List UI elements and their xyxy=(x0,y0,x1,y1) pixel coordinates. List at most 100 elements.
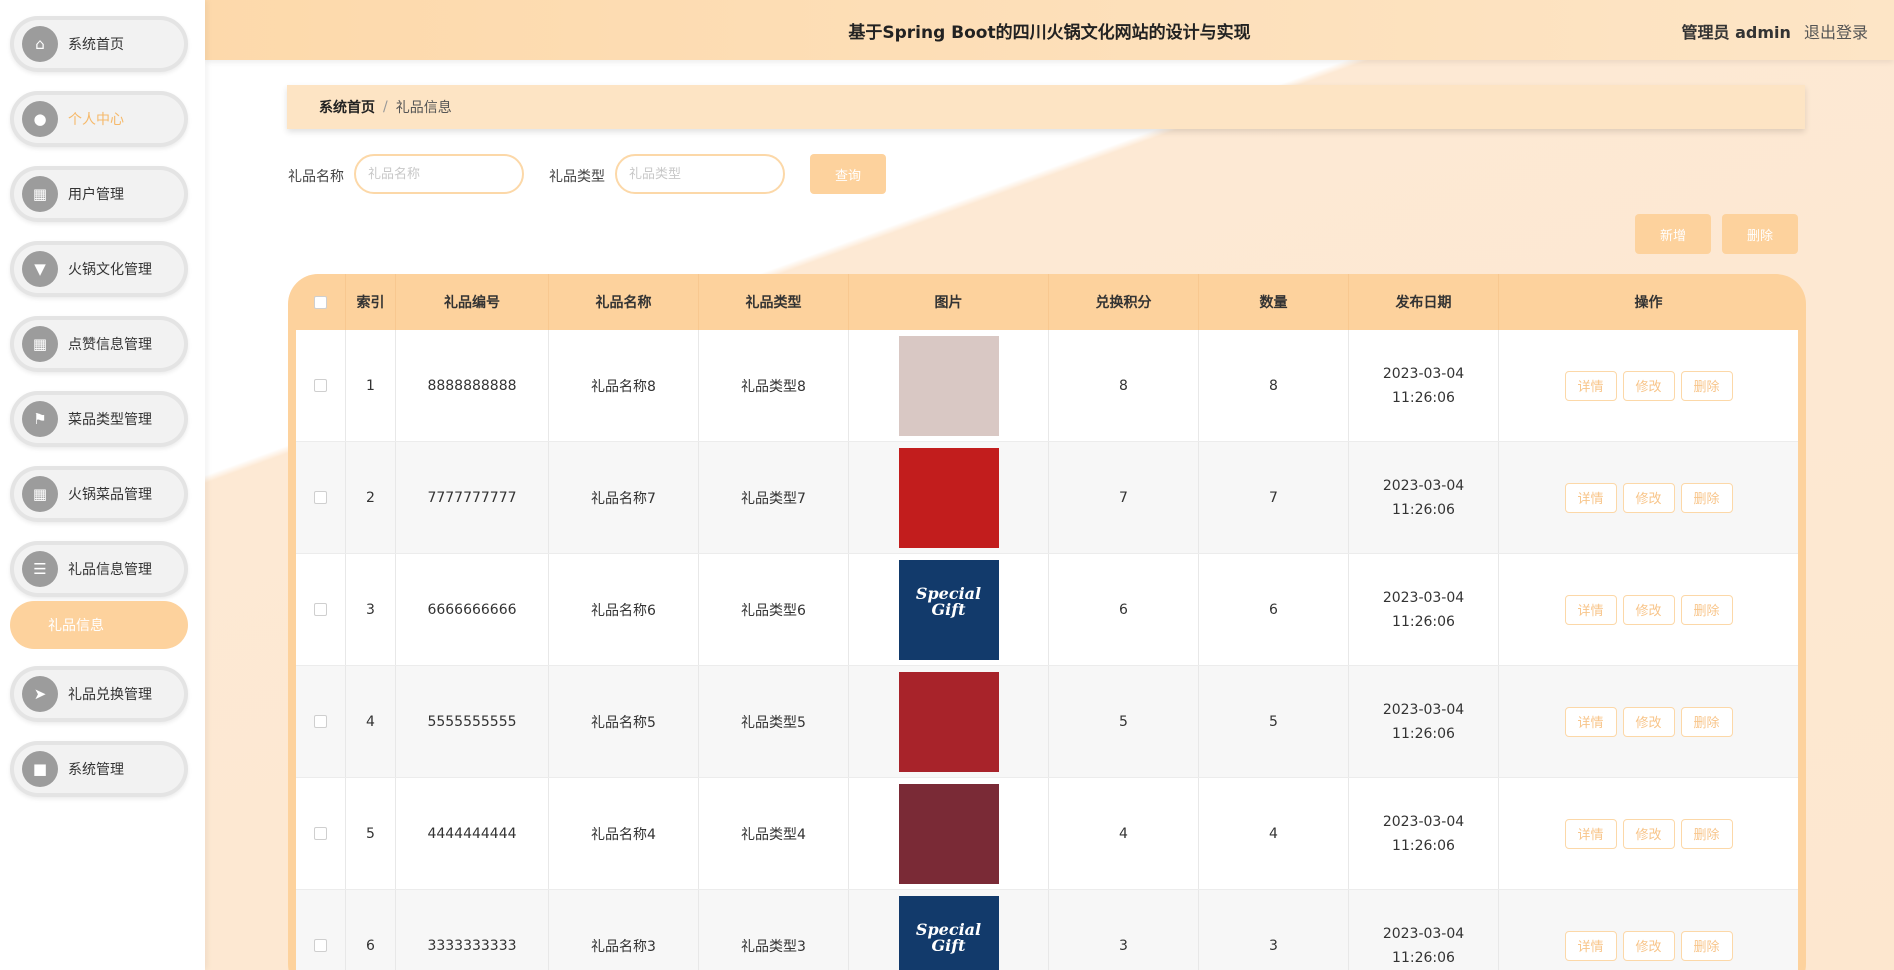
cell-code: 8888888888 xyxy=(396,330,549,441)
cell-points: 6 xyxy=(1049,554,1199,665)
sidebar-item-10[interactable]: ■ 系统管理 xyxy=(10,741,188,797)
delete-button[interactable]: 删除 xyxy=(1680,818,1733,849)
flag-icon: ⚑ xyxy=(22,401,58,437)
cell-points: 4 xyxy=(1049,778,1199,889)
delete-button[interactable]: 删除 xyxy=(1680,930,1733,961)
user-area: 管理员 admin 退出登录 xyxy=(1682,19,1868,43)
delete-button[interactable]: 删除 xyxy=(1680,482,1733,513)
cell-date: 2023-03-04 11:26:06 xyxy=(1349,554,1499,665)
sidebar-item-4[interactable]: ▼ 火锅文化管理 xyxy=(10,241,188,297)
cell-code: 7777777777 xyxy=(396,442,549,553)
table-row: 6 3333333333 礼品名称3 礼品类型3 Special Gift 3 3 2023-… xyxy=(296,890,1798,970)
detail-button[interactable]: 详情 xyxy=(1564,818,1617,849)
sidebar-subitem-gift-info[interactable]: 礼品信息 xyxy=(10,601,188,649)
cell-type: 礼品类型7 xyxy=(699,442,849,553)
sidebar-item-label: 火锅文化管理 xyxy=(68,262,152,278)
cell-index: 2 xyxy=(346,442,396,553)
sidebar-item-9[interactable]: ➤ 礼品兑换管理 xyxy=(10,666,188,722)
row-select-cell xyxy=(296,666,346,777)
app-title: 基于Spring Boot的四川火锅文化网站的设计与实现 xyxy=(848,23,1251,43)
detail-button[interactable]: 详情 xyxy=(1564,482,1617,513)
add-button[interactable]: 新增 xyxy=(1635,214,1711,254)
gift-name-input[interactable] xyxy=(354,154,524,194)
apps-icon: ▦ xyxy=(22,476,58,512)
sidebar-item-3[interactable]: ▦ 用户管理 xyxy=(10,166,188,222)
cell-points: 7 xyxy=(1049,442,1199,553)
row-checkbox[interactable] xyxy=(314,939,327,952)
row-select-cell xyxy=(296,330,346,441)
gift-table: 索引 礼品编号 礼品名称 礼品类型 图片 兑换积分 数量 发布日期 操作 1 88… xyxy=(288,274,1806,970)
row-select-cell xyxy=(296,778,346,889)
breadcrumb-home[interactable]: 系统首页 xyxy=(319,97,375,117)
edit-button[interactable]: 修改 xyxy=(1622,482,1675,513)
row-select-cell xyxy=(296,442,346,553)
send-icon: ➤ xyxy=(22,676,58,712)
cell-image: Special Gift xyxy=(849,554,1049,665)
cell-image xyxy=(849,666,1049,777)
cell-image xyxy=(849,778,1049,889)
row-checkbox[interactable] xyxy=(314,715,327,728)
row-checkbox[interactable] xyxy=(314,827,327,840)
table-header: 索引 礼品编号 礼品名称 礼品类型 图片 兑换积分 数量 发布日期 操作 xyxy=(296,274,1798,330)
gift-name-label: 礼品名称 xyxy=(288,169,344,185)
sidebar-item-2[interactable]: ● 个人中心 xyxy=(10,91,188,147)
sidebar-item-7[interactable]: ▦ 火锅菜品管理 xyxy=(10,466,188,522)
date-text: 2023-03-04 11:26:06 xyxy=(1382,813,1465,854)
sidebar-item-label: 火锅菜品管理 xyxy=(68,487,152,503)
sidebar-item-8[interactable]: ☰ 礼品信息管理 xyxy=(10,541,188,597)
select-all-cell xyxy=(296,274,346,330)
cell-name: 礼品名称8 xyxy=(549,330,699,441)
edit-button[interactable]: 修改 xyxy=(1622,930,1675,961)
row-select-cell xyxy=(296,554,346,665)
date-text: 2023-03-04 11:26:06 xyxy=(1382,701,1465,742)
pin-icon: ▼ xyxy=(22,251,58,287)
cell-points: 8 xyxy=(1049,330,1199,441)
gift-thumbnail: Special Gift xyxy=(898,895,999,970)
date-text: 2023-03-04 11:26:06 xyxy=(1382,925,1465,966)
gift-type-input[interactable] xyxy=(615,154,785,194)
detail-button[interactable]: 详情 xyxy=(1564,930,1617,961)
row-checkbox[interactable] xyxy=(314,491,327,504)
gift-thumbnail xyxy=(898,447,999,548)
edit-button[interactable]: 修改 xyxy=(1622,818,1675,849)
cell-index: 5 xyxy=(346,778,396,889)
edit-button[interactable]: 修改 xyxy=(1622,594,1675,625)
detail-button[interactable]: 详情 xyxy=(1564,706,1617,737)
edit-button[interactable]: 修改 xyxy=(1622,706,1675,737)
sidebar-item-6[interactable]: ⚑ 菜品类型管理 xyxy=(10,391,188,447)
cell-date: 2023-03-04 11:26:06 xyxy=(1349,442,1499,553)
header-name: 礼品名称 xyxy=(549,274,699,330)
apps-icon: ▦ xyxy=(22,326,58,362)
row-checkbox[interactable] xyxy=(314,603,327,616)
cell-name: 礼品名称5 xyxy=(549,666,699,777)
logout-link[interactable]: 退出登录 xyxy=(1804,23,1868,42)
edit-button[interactable]: 修改 xyxy=(1622,370,1675,401)
cell-date: 2023-03-04 11:26:06 xyxy=(1349,666,1499,777)
delete-button[interactable]: 删除 xyxy=(1680,594,1733,625)
row-checkbox[interactable] xyxy=(314,379,327,392)
cell-points: 5 xyxy=(1049,666,1199,777)
delete-button[interactable]: 删除 xyxy=(1680,706,1733,737)
delete-button[interactable]: 删除 xyxy=(1680,370,1733,401)
cell-actions: 详情 修改 删除 xyxy=(1499,442,1798,553)
sidebar-item-label: 点赞信息管理 xyxy=(68,337,152,353)
sidebar-item-1[interactable]: ⌂ 系统首页 xyxy=(10,16,188,72)
header-points: 兑换积分 xyxy=(1049,274,1199,330)
header-index: 索引 xyxy=(346,274,396,330)
cell-type: 礼品类型8 xyxy=(699,330,849,441)
gift-type-label: 礼品类型 xyxy=(549,169,605,185)
table-row: 5 4444444444 礼品名称4 礼品类型4 4 4 2023-03-04 11:26:… xyxy=(296,778,1798,890)
cell-type: 礼品类型3 xyxy=(699,890,849,970)
sidebar-item-5[interactable]: ▦ 点赞信息管理 xyxy=(10,316,188,372)
cell-image: Special Gift xyxy=(849,890,1049,970)
sidebar-item-label: 用户管理 xyxy=(68,187,124,203)
query-button[interactable]: 查询 xyxy=(810,154,886,194)
table-row: 4 5555555555 礼品名称5 礼品类型5 5 5 2023-03-04 11:26:… xyxy=(296,666,1798,778)
cell-actions: 详情 修改 删除 xyxy=(1499,890,1798,970)
cell-actions: 详情 修改 删除 xyxy=(1499,330,1798,441)
batch-delete-button[interactable]: 删除 xyxy=(1722,214,1798,254)
detail-button[interactable]: 详情 xyxy=(1564,594,1617,625)
header-quantity: 数量 xyxy=(1199,274,1349,330)
detail-button[interactable]: 详情 xyxy=(1564,370,1617,401)
select-all-checkbox[interactable] xyxy=(314,295,327,309)
